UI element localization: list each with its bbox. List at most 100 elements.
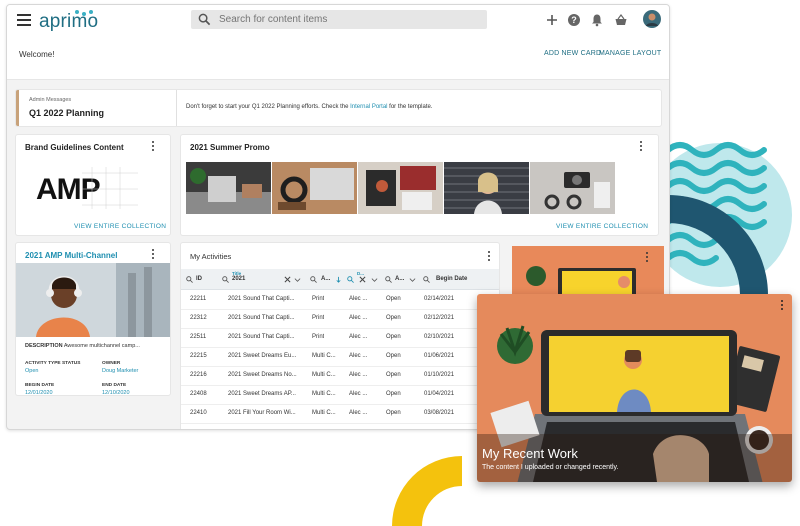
amp-logo-image[interactable]: AMP xyxy=(22,163,140,213)
user-avatar[interactable] xyxy=(643,10,661,28)
sort-icon[interactable] xyxy=(371,276,378,283)
begin-date-label: BEGIN DATE xyxy=(25,383,55,388)
table-cell: Open xyxy=(386,315,401,321)
id-column-header[interactable]: ID xyxy=(196,269,202,289)
welcome-text: Welcome! xyxy=(19,50,55,59)
activity-type-status-label: ACTIVITY TYPE STATUS xyxy=(25,361,81,366)
filter-search-icon[interactable] xyxy=(310,276,317,283)
table-cell: 01/06/2021 xyxy=(424,353,455,359)
more-options-icon[interactable] xyxy=(639,141,643,153)
table-cell: 2021 Sweet Dreams AP... xyxy=(228,391,296,397)
table-row[interactable]: 22312 2021 Sound That Capti... Print Alec .… xyxy=(181,309,499,329)
filter-search-icon[interactable] xyxy=(423,276,430,283)
brand-guidelines-card: Brand Guidelines Content AMP VIEW ENTIRE… xyxy=(16,135,170,235)
promo-image-2[interactable] xyxy=(272,162,357,214)
begin-date-column-header[interactable]: Begin Date xyxy=(436,269,467,289)
table-cell: 2021 Sweet Dreams Eu... xyxy=(228,353,297,359)
filter-search-icon[interactable] xyxy=(385,276,392,283)
table-row[interactable]: 22215 2021 Sweet Dreams Eu... Multi C... Al… xyxy=(181,347,499,367)
owner-label: OWNER xyxy=(102,361,121,366)
help-icon[interactable]: ? xyxy=(567,13,581,27)
table-cell: Multi C... xyxy=(312,410,336,416)
plus-icon[interactable] xyxy=(545,13,559,27)
filter-search-icon[interactable] xyxy=(222,276,229,283)
table-cell: 22216 xyxy=(190,372,207,378)
table-row[interactable]: 22216 2021 Sweet Dreams No... Multi C... Al… xyxy=(181,366,499,386)
top-bar: aprimo ? xyxy=(7,5,669,37)
table-cell: Open xyxy=(386,391,401,397)
menu-icon[interactable] xyxy=(17,14,31,26)
promo-image-4[interactable] xyxy=(444,162,529,214)
column-5-header[interactable]: A... xyxy=(395,269,404,289)
sort-icon[interactable] xyxy=(294,276,301,283)
bell-icon[interactable] xyxy=(590,13,604,27)
table-cell: Open xyxy=(386,296,401,302)
description-row: DESCRIPTION Awesome multichannel camp... xyxy=(25,343,140,349)
table-cell: Alec ... xyxy=(349,315,368,321)
title-filter-label: Title xyxy=(232,271,242,276)
clear-filter-icon[interactable] xyxy=(359,276,366,283)
sort-icon[interactable] xyxy=(409,276,416,283)
campaign-image[interactable] xyxy=(16,263,170,337)
table-cell: 01/04/2021 xyxy=(424,391,455,397)
more-options-icon[interactable] xyxy=(645,252,649,264)
table-cell: 2021 Sound That Capti... xyxy=(228,334,295,340)
message-title: Q1 2022 Planning xyxy=(29,108,105,118)
more-options-icon[interactable] xyxy=(151,141,155,153)
view-entire-collection-link[interactable]: VIEW ENTIRE COLLECTION xyxy=(74,223,166,230)
table-row[interactable]: 22408 2021 Sweet Dreams AP... Multi C... Al… xyxy=(181,385,499,405)
column-3-header[interactable]: A... xyxy=(321,269,330,289)
add-new-card-button[interactable]: ADD NEW CARD xyxy=(544,50,601,57)
search-icon xyxy=(198,13,211,26)
welcome-bar: Welcome! ADD NEW CARD MANAGE LAYOUT xyxy=(7,37,669,80)
begin-date-value: 12/01/2020 xyxy=(25,390,53,395)
card-title[interactable]: 2021 AMP Multi-Channel xyxy=(25,251,117,260)
filter-search-icon[interactable] xyxy=(186,276,193,283)
manage-layout-button[interactable]: MANAGE LAYOUT xyxy=(599,50,661,57)
my-recent-work-card[interactable]: My Recent Work The content I uploaded or… xyxy=(477,294,792,482)
table-cell: Alec ... xyxy=(349,353,368,359)
promo-image-5[interactable] xyxy=(530,162,615,214)
table-cell: 2021 Fill Your Room Wi... xyxy=(228,410,296,416)
promo-image-1[interactable] xyxy=(186,162,271,214)
card-title: My Activities xyxy=(190,252,232,261)
card-title: 2021 Summer Promo xyxy=(190,143,270,152)
internal-portal-link[interactable]: Internal Portal xyxy=(350,104,387,110)
owner-value[interactable]: Doug Marketer xyxy=(102,368,138,374)
message-text: Don't forget to start your Q1 2022 Plann… xyxy=(186,104,433,110)
filter-header-row: ID Title 2021 A... D... A... Begin Date xyxy=(181,269,499,290)
table-cell: Open xyxy=(386,410,401,416)
recent-work-subtitle: The content I uploaded or changed recent… xyxy=(482,464,619,471)
table-cell: Alec ... xyxy=(349,391,368,397)
description-value: Awesome multichannel camp... xyxy=(63,343,140,349)
table-cell: Open xyxy=(386,334,401,340)
title-filter[interactable]: Title 2021 xyxy=(232,269,245,289)
card-title: Brand Guidelines Content xyxy=(25,143,124,152)
table-cell: 02/14/2021 xyxy=(424,296,455,302)
table-row[interactable]: 22410 2021 Fill Your Room Wi... Multi C...… xyxy=(181,404,499,424)
end-date-value: 12/10/2020 xyxy=(102,390,130,395)
basket-icon[interactable] xyxy=(614,13,628,27)
activity-type-status-value[interactable]: Open xyxy=(25,368,38,374)
table-cell: 2021 Sweet Dreams No... xyxy=(228,372,297,378)
filter-search-icon[interactable] xyxy=(347,276,354,283)
table-cell: Alec ... xyxy=(349,296,368,302)
more-options-icon[interactable] xyxy=(151,249,155,261)
table-row[interactable]: 22511 2021 Sound That Capti... Print Alec .… xyxy=(181,328,499,348)
aprimo-logo[interactable]: aprimo xyxy=(39,10,98,33)
view-entire-collection-link[interactable]: VIEW ENTIRE COLLECTION xyxy=(556,223,648,230)
clear-filter-icon[interactable] xyxy=(284,276,291,283)
table-cell: Alec ... xyxy=(349,410,368,416)
table-row[interactable]: 22211 2021 Sound That Capti... Print Alec .… xyxy=(181,290,499,310)
recent-work-preview[interactable] xyxy=(512,246,664,298)
search-bar[interactable] xyxy=(191,10,487,29)
recent-work-title: My Recent Work xyxy=(482,446,578,461)
sort-icon[interactable] xyxy=(335,276,342,283)
search-input[interactable] xyxy=(219,10,479,29)
table-cell: Multi C... xyxy=(312,353,336,359)
more-options-icon[interactable] xyxy=(780,300,784,312)
table-cell: 2021 Sound That Capti... xyxy=(228,296,295,302)
more-options-icon[interactable] xyxy=(487,251,491,263)
promo-image-3[interactable] xyxy=(358,162,443,214)
table-cell: 02/12/2021 xyxy=(424,315,455,321)
